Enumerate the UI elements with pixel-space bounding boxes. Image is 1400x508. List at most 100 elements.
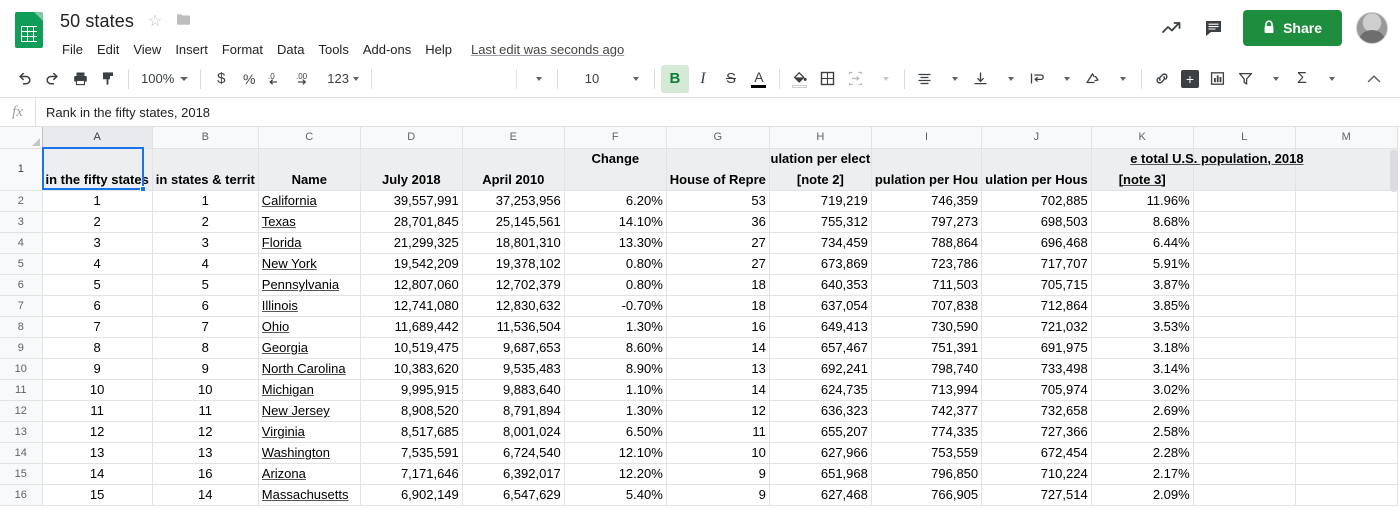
cell-k16[interactable]: 2.09% [1091, 484, 1193, 505]
column-header-i[interactable]: I [871, 127, 981, 148]
text-rotation-icon[interactable] [1079, 65, 1107, 93]
cell-d15[interactable]: 7,171,646 [360, 463, 462, 484]
cell-c9[interactable]: Georgia [258, 337, 360, 358]
cell-k5[interactable]: 5.91% [1091, 253, 1193, 274]
cell-b16[interactable]: 14 [152, 484, 258, 505]
cell-a14[interactable]: 13 [42, 442, 152, 463]
column-header-b[interactable]: B [152, 127, 258, 148]
cell-e7[interactable]: 12,830,632 [462, 295, 564, 316]
cell-c2[interactable]: California [258, 190, 360, 211]
cell-m13[interactable] [1295, 421, 1397, 442]
cell-k15[interactable]: 2.17% [1091, 463, 1193, 484]
spreadsheet-grid[interactable]: A B C D E F G H I J K L M 1 in the fifty… [0, 127, 1400, 508]
cell-k8[interactable]: 3.53% [1091, 316, 1193, 337]
cell-m12[interactable] [1295, 400, 1397, 421]
cell-l15[interactable] [1193, 463, 1295, 484]
cell-g8[interactable]: 16 [666, 316, 769, 337]
cell-j3[interactable]: 698,503 [982, 211, 1092, 232]
functions-dropdown-icon[interactable] [1316, 65, 1344, 93]
cell-f3[interactable]: 14.10% [564, 211, 666, 232]
print-icon[interactable] [66, 65, 94, 93]
cell-f6[interactable]: 0.80% [564, 274, 666, 295]
cell-c5[interactable]: New York [258, 253, 360, 274]
insert-chart-icon[interactable] [1204, 65, 1232, 93]
cell-j10[interactable]: 733,498 [982, 358, 1092, 379]
zoom-selector[interactable]: 100% [135, 65, 194, 93]
cell-k1[interactable]: e total U.S. population, 2018 [note 3] [1091, 148, 1193, 190]
cell-b10[interactable]: 9 [152, 358, 258, 379]
select-all-corner[interactable] [0, 127, 42, 148]
text-color-button[interactable]: A [745, 65, 773, 93]
collapse-toolbar-chevron-up-icon[interactable] [1360, 65, 1388, 93]
cell-f2[interactable]: 6.20% [564, 190, 666, 211]
vertical-align-dropdown-icon[interactable] [995, 65, 1023, 93]
font-size-dropdown-icon[interactable] [620, 65, 648, 93]
column-header-l[interactable]: L [1193, 127, 1295, 148]
italic-button[interactable]: I [689, 65, 717, 93]
cell-m10[interactable] [1295, 358, 1397, 379]
cell-l10[interactable] [1193, 358, 1295, 379]
cell-h15[interactable]: 651,968 [769, 463, 871, 484]
star-outline-icon[interactable]: ☆ [148, 11, 162, 31]
comment-icon[interactable] [1193, 8, 1235, 48]
cell-m9[interactable] [1295, 337, 1397, 358]
row-header-3[interactable]: 3 [0, 211, 42, 232]
paint-format-icon[interactable] [94, 65, 122, 93]
cell-e2[interactable]: 37,253,956 [462, 190, 564, 211]
cell-c12[interactable]: New Jersey [258, 400, 360, 421]
vertical-align-icon[interactable] [967, 65, 995, 93]
cell-d2[interactable]: 39,557,991 [360, 190, 462, 211]
cell-m11[interactable] [1295, 379, 1397, 400]
cell-e6[interactable]: 12,702,379 [462, 274, 564, 295]
cell-h2[interactable]: 719,219 [769, 190, 871, 211]
cell-a2[interactable]: 1 [42, 190, 152, 211]
cell-f1[interactable]: Change [564, 148, 666, 190]
borders-icon[interactable] [814, 65, 842, 93]
filter-dropdown-icon[interactable] [1260, 65, 1288, 93]
column-header-a[interactable]: A [42, 127, 152, 148]
cell-f11[interactable]: 1.10% [564, 379, 666, 400]
formula-input[interactable]: Rank in the fifty states, 2018 [36, 105, 1400, 120]
cell-h13[interactable]: 655,207 [769, 421, 871, 442]
cell-f5[interactable]: 0.80% [564, 253, 666, 274]
cell-c8[interactable]: Ohio [258, 316, 360, 337]
cell-c7[interactable]: Illinois [258, 295, 360, 316]
row-header-13[interactable]: 13 [0, 421, 42, 442]
cell-l7[interactable] [1193, 295, 1295, 316]
cell-d13[interactable]: 8,517,685 [360, 421, 462, 442]
font-size-selector[interactable]: 10 [564, 65, 620, 93]
cell-a6[interactable]: 5 [42, 274, 152, 295]
cell-l16[interactable] [1193, 484, 1295, 505]
scrollbar-thumb[interactable] [1390, 150, 1398, 192]
cell-b6[interactable]: 5 [152, 274, 258, 295]
cell-e3[interactable]: 25,145,561 [462, 211, 564, 232]
cell-g1[interactable]: House of Repre [666, 148, 769, 190]
cell-j11[interactable]: 705,974 [982, 379, 1092, 400]
row-header-9[interactable]: 9 [0, 337, 42, 358]
cell-g3[interactable]: 36 [666, 211, 769, 232]
row-header-6[interactable]: 6 [0, 274, 42, 295]
cell-h6[interactable]: 640,353 [769, 274, 871, 295]
trending-up-icon[interactable] [1151, 8, 1193, 48]
cell-g14[interactable]: 10 [666, 442, 769, 463]
cell-a4[interactable]: 3 [42, 232, 152, 253]
cell-k12[interactable]: 2.69% [1091, 400, 1193, 421]
cell-g9[interactable]: 14 [666, 337, 769, 358]
cell-k4[interactable]: 6.44% [1091, 232, 1193, 253]
cell-a8[interactable]: 7 [42, 316, 152, 337]
cell-f7[interactable]: -0.70% [564, 295, 666, 316]
cell-j5[interactable]: 717,707 [982, 253, 1092, 274]
cell-i6[interactable]: 711,503 [871, 274, 981, 295]
row-header-11[interactable]: 11 [0, 379, 42, 400]
filter-icon[interactable] [1232, 65, 1260, 93]
cell-b9[interactable]: 8 [152, 337, 258, 358]
cell-l14[interactable] [1193, 442, 1295, 463]
cell-a1[interactable]: in the fifty states [42, 148, 152, 190]
cell-e11[interactable]: 9,883,640 [462, 379, 564, 400]
cell-e8[interactable]: 11,536,504 [462, 316, 564, 337]
cell-j1[interactable]: ulation per Hous [982, 148, 1092, 190]
cell-l13[interactable] [1193, 421, 1295, 442]
cell-d8[interactable]: 11,689,442 [360, 316, 462, 337]
cell-j2[interactable]: 702,885 [982, 190, 1092, 211]
cell-i15[interactable]: 796,850 [871, 463, 981, 484]
